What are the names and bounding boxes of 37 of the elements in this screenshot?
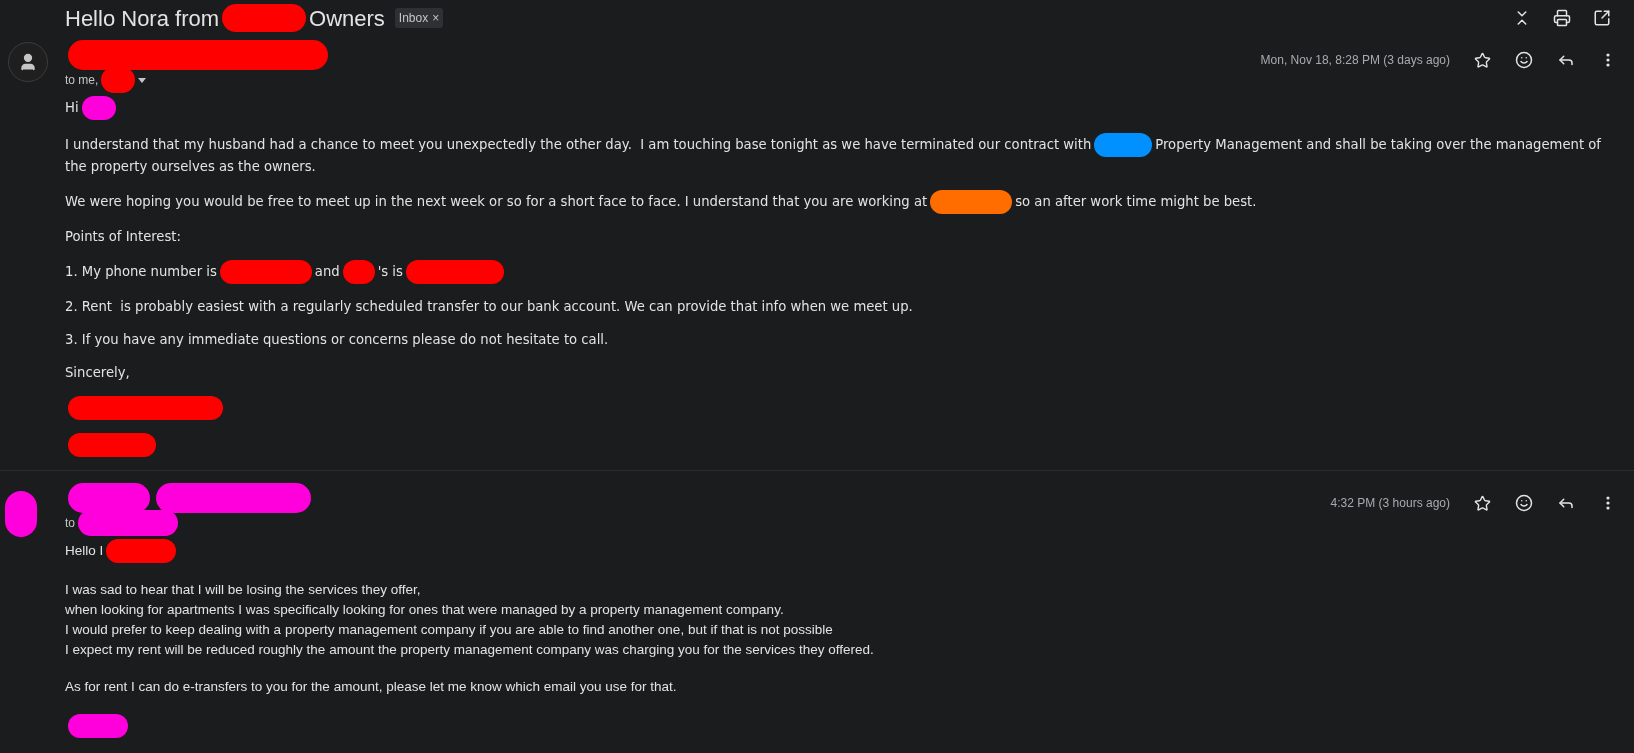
body-text: I expect my rent will be reduced roughly the amount the property management company was charging you for the services they offered.	[65, 641, 874, 660]
caret-icon[interactable]	[138, 77, 147, 83]
star-icon	[1473, 494, 1491, 512]
subject-text: Hello Nora from	[65, 4, 220, 33]
body-text: 3. If you have any immediate questions or concerns please do not hesitate to call.	[65, 331, 609, 349]
body-text: As for rent I can do e-transfers to you for the amount, please let me know which email you use for that.	[65, 678, 677, 697]
remove-label-button[interactable]: ×	[432, 9, 440, 27]
body-text: 2. Rent is probably easiest with a regularly scheduled transfer to our bank account. We can provide that info when we meet up.	[65, 298, 913, 316]
body-text: 1. My phone number is	[65, 263, 217, 281]
recipients-text: to	[65, 515, 75, 532]
external-link-icon	[1593, 9, 1611, 27]
body-text: I would prefer to keep dealing with a property management company if you are able to find another one, but if that is not possible	[65, 621, 833, 640]
body-text: so an after work time might be best.	[1015, 193, 1257, 211]
subject-text: Owners	[309, 4, 385, 33]
message-time: Mon, Nov 18, 8:28 PM (3 days ago)	[1260, 52, 1450, 69]
more-icon	[1606, 53, 1610, 67]
body-text: when looking for apartments I was specifically looking for ones that were managed by a property management company.	[65, 601, 784, 620]
smiley-icon	[1515, 494, 1533, 512]
body-text: Sincerely,	[65, 364, 130, 382]
body-text: I understand that my husband had a chance to meet you unexpectedly the other day. I am touching base tonight as we have terminated our contract with	[65, 136, 1092, 154]
more-icon	[1606, 496, 1610, 510]
body-text: Property Management and shall be taking over the management of	[1155, 136, 1601, 154]
body-text: the property ourselves as the owners.	[65, 158, 316, 176]
smiley-icon	[1515, 51, 1533, 69]
message-time: 4:32 PM (3 hours ago)	[1330, 495, 1450, 512]
body-text: I was sad to hear that I will be losing the services they offer,	[65, 581, 421, 600]
print-icon	[1553, 9, 1571, 27]
body-text: Points of Interest:	[65, 228, 181, 246]
body-text: 's is	[377, 263, 403, 281]
body-text: and	[314, 263, 340, 281]
star-icon	[1473, 51, 1491, 69]
body-text: Hi	[65, 99, 79, 117]
person-icon	[18, 52, 38, 72]
label-text: Inbox	[398, 10, 429, 27]
body-text: We were hoping you would be free to meet up in the next week or so for a short face to face. I understand that you are working at	[65, 193, 928, 211]
body-text: Hello I	[65, 542, 104, 561]
recipients-text: to me,	[65, 72, 99, 89]
